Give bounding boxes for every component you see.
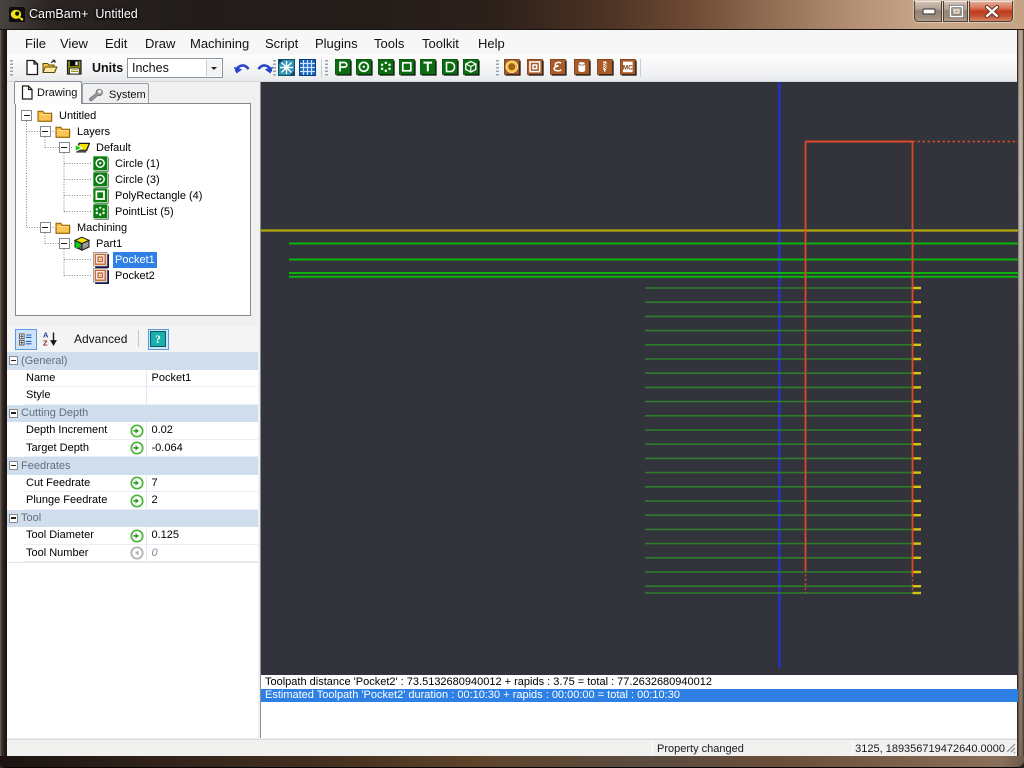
svg-text:Z: Z <box>43 338 48 346</box>
svg-text:MC: MC <box>623 64 633 71</box>
svg-text:?: ? <box>155 334 161 346</box>
